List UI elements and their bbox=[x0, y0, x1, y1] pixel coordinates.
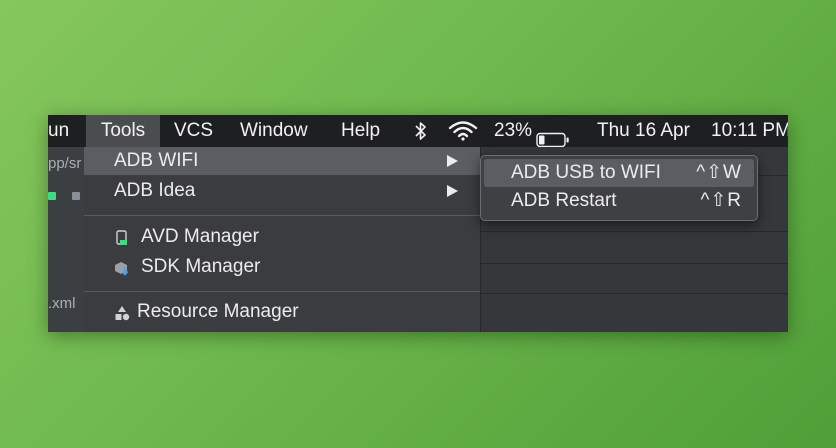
submenu-arrow-icon bbox=[447, 185, 458, 197]
menu-item-resource-manager[interactable]: Resource Manager bbox=[84, 298, 480, 326]
wifi-icon[interactable] bbox=[448, 121, 478, 141]
screenshot-window: un Tools VCS Window Help 23% Thu 16 Apr … bbox=[48, 115, 788, 332]
resource-shapes-icon bbox=[115, 306, 130, 321]
menu-help[interactable]: Help bbox=[341, 115, 380, 147]
android-module-icon bbox=[48, 192, 56, 200]
menu-item-label: ADB Restart bbox=[511, 190, 617, 211]
clock-time[interactable]: 10:11 PM bbox=[711, 115, 788, 147]
menu-item-label: ADB USB to WIFI bbox=[511, 162, 661, 183]
menu-item-label: Resource Manager bbox=[137, 301, 299, 322]
menu-item-adb-usb-to-wifi[interactable]: ADB USB to WIFI ^⇧W bbox=[484, 159, 754, 187]
menu-item-adb-wifi[interactable]: ADB WIFI bbox=[84, 147, 480, 175]
bluetooth-icon[interactable] bbox=[414, 121, 428, 141]
adb-wifi-submenu: ADB USB to WIFI ^⇧W ADB Restart ^⇧R bbox=[480, 155, 758, 221]
clock-date[interactable]: Thu 16 Apr bbox=[597, 115, 690, 147]
submenu-arrow-icon bbox=[447, 155, 458, 167]
menu-item-avd-manager[interactable]: AVD Manager bbox=[84, 223, 480, 251]
menu-run[interactable]: un bbox=[48, 115, 72, 147]
ide-path-fragment: pp/sr bbox=[48, 155, 82, 172]
menu-item-label: AVD Manager bbox=[141, 226, 259, 247]
menu-item-label: ADB WIFI bbox=[114, 150, 199, 171]
battery-level-fill bbox=[539, 135, 545, 145]
menu-vcs[interactable]: VCS bbox=[174, 115, 213, 147]
menu-bar: un Tools VCS Window Help 23% Thu 16 Apr … bbox=[48, 115, 788, 148]
ide-project-panel: pp/sr .xml bbox=[48, 147, 85, 332]
menu-tools[interactable]: Tools bbox=[86, 115, 160, 147]
menu-item-sdk-manager[interactable]: SDK Manager bbox=[84, 253, 480, 281]
menu-item-adb-idea[interactable]: ADB Idea bbox=[84, 177, 480, 205]
battery-percent: 23% bbox=[494, 120, 533, 141]
sdk-download-icon bbox=[115, 262, 129, 276]
menu-separator bbox=[84, 291, 480, 292]
menu-item-adb-restart[interactable]: ADB Restart ^⇧R bbox=[484, 187, 754, 215]
menu-item-label: ADB Idea bbox=[114, 180, 196, 201]
ide-file-fragment: .xml bbox=[48, 295, 76, 312]
device-icon bbox=[116, 230, 127, 245]
menu-item-label: SDK Manager bbox=[141, 256, 261, 277]
menu-separator bbox=[84, 215, 480, 216]
tools-menu: ADB WIFI ADB Idea AVD Manager SDK Manage… bbox=[84, 147, 481, 332]
package-icon bbox=[72, 192, 80, 200]
shortcut-label: ^⇧R bbox=[700, 190, 742, 211]
shortcut-label: ^⇧W bbox=[696, 162, 742, 183]
menu-window[interactable]: Window bbox=[240, 115, 308, 147]
